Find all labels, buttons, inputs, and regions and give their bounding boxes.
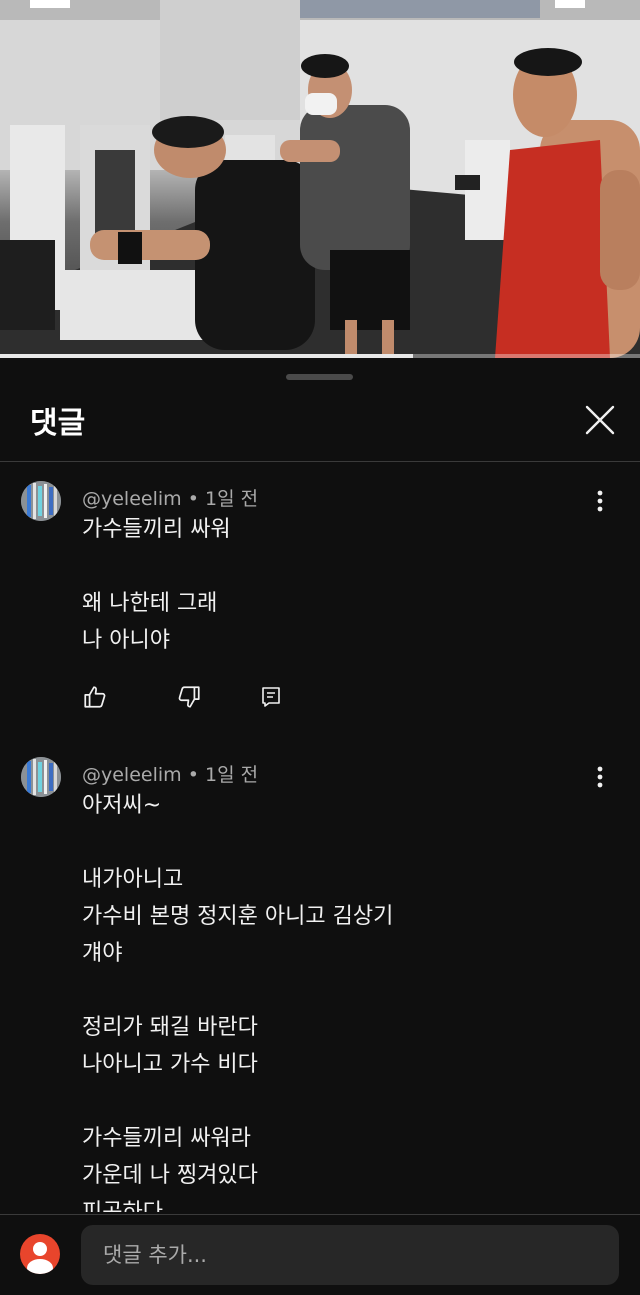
close-icon bbox=[585, 405, 615, 435]
comment-more-button[interactable] bbox=[584, 761, 616, 793]
comments-title: 댓글 bbox=[30, 406, 86, 441]
more-vert-icon bbox=[597, 490, 603, 512]
comment-time: 1일 전 bbox=[204, 488, 259, 510]
video-frame bbox=[0, 0, 640, 358]
comment-meta: @yeleelim • 1일 전 bbox=[82, 484, 258, 511]
thumb-up-icon bbox=[84, 686, 106, 708]
close-button[interactable] bbox=[578, 398, 622, 442]
video-progress-bar[interactable] bbox=[0, 354, 640, 358]
comment-more-button[interactable] bbox=[584, 485, 616, 517]
reply-button[interactable] bbox=[256, 682, 286, 712]
more-vert-icon bbox=[597, 766, 603, 788]
add-comment-input[interactable] bbox=[81, 1225, 619, 1285]
avatar[interactable] bbox=[21, 481, 61, 521]
user-avatar[interactable] bbox=[20, 1234, 60, 1274]
avatar[interactable] bbox=[21, 757, 61, 797]
person-icon bbox=[27, 1242, 53, 1274]
meta-separator: • bbox=[187, 764, 199, 786]
comment-text: 아저씨~ 내가아니고 가수비 본명 정지훈 아니고 김상기 걔야 정리가 돼길 … bbox=[82, 793, 394, 1212]
reply-icon bbox=[262, 687, 280, 707]
avatar-image bbox=[21, 757, 61, 797]
video-progress-fill bbox=[0, 354, 413, 358]
thumb-down-icon bbox=[178, 686, 200, 708]
comment-text: 가수들끼리 싸워 왜 나한테 그래 나 아니야 bbox=[82, 517, 231, 653]
comments-sheet: 댓글 @yeleelim • 1일 전 가수들끼리 싸워 왜 나한테 그래 나 … bbox=[0, 360, 640, 1295]
drag-handle[interactable] bbox=[286, 374, 353, 380]
comment-author[interactable]: @yeleelim bbox=[82, 764, 182, 786]
dislike-button[interactable] bbox=[174, 682, 204, 712]
comment-list[interactable]: @yeleelim • 1일 전 가수들끼리 싸워 왜 나한테 그래 나 아니야 bbox=[0, 462, 640, 1212]
meta-separator: • bbox=[187, 488, 199, 510]
comment-time: 1일 전 bbox=[204, 764, 259, 786]
comment-author[interactable]: @yeleelim bbox=[82, 488, 182, 510]
avatar-image bbox=[21, 481, 61, 521]
comment-composer bbox=[0, 1215, 640, 1295]
comment-meta: @yeleelim • 1일 전 bbox=[82, 760, 258, 787]
like-button[interactable] bbox=[80, 682, 110, 712]
video-player[interactable] bbox=[0, 0, 640, 358]
